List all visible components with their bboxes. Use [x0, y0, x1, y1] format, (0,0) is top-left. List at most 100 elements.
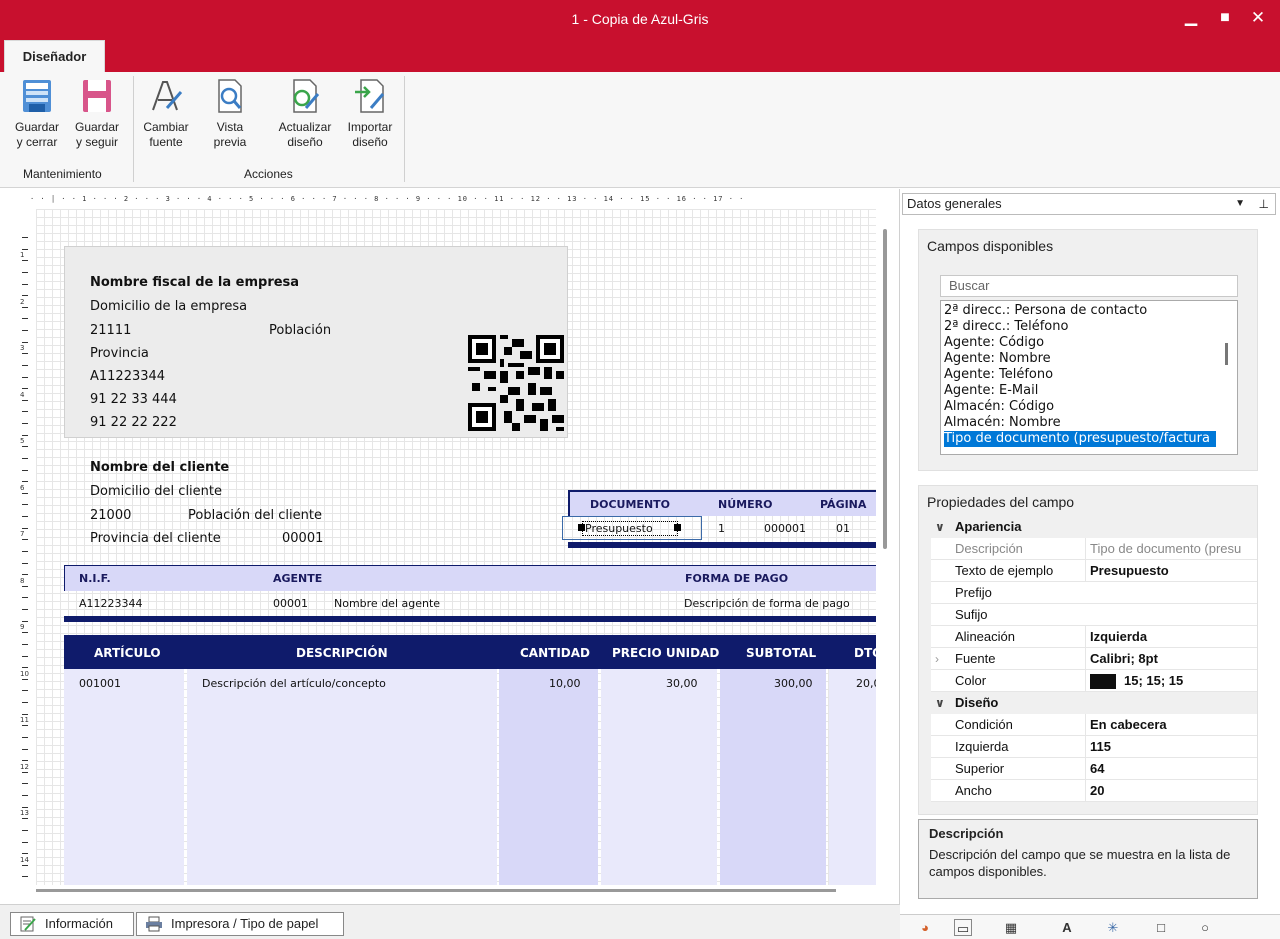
company-address[interactable]: Domicilio de la empresa: [90, 299, 247, 314]
prop-row-ancho[interactable]: Ancho 20: [931, 780, 1257, 802]
list-item[interactable]: Almacén: Código: [944, 399, 1054, 415]
rectangle-icon[interactable]: □: [1152, 919, 1170, 936]
resize-handle-right[interactable]: [674, 524, 681, 531]
list-item[interactable]: Agente: Teléfono: [944, 367, 1053, 383]
prop-value[interactable]: 64: [1085, 758, 1257, 780]
prop-row-superior[interactable]: Superior 64: [931, 758, 1257, 780]
column-precio[interactable]: [601, 669, 717, 885]
prop-value[interactable]: Presupuesto: [1085, 560, 1257, 582]
column-articulo[interactable]: [64, 669, 184, 885]
save-continue-button[interactable]: Guardar y seguir: [68, 78, 126, 150]
prop-value[interactable]: 20: [1085, 780, 1257, 802]
nif-value[interactable]: A11223344: [79, 597, 143, 610]
collapse-icon[interactable]: ∨: [935, 516, 945, 538]
client-province[interactable]: Provincia del cliente: [90, 531, 221, 546]
circle-icon[interactable]: ○: [1196, 919, 1214, 936]
prop-value[interactable]: En cabecera: [1085, 714, 1257, 736]
document-type-field[interactable]: Presupuesto: [582, 521, 678, 536]
list-item[interactable]: 2ª direcc.: Teléfono: [944, 319, 1068, 335]
client-zip[interactable]: 21000: [90, 508, 131, 523]
item-qty[interactable]: 10,00: [549, 677, 581, 690]
horizontal-scrollbar[interactable]: [36, 889, 836, 892]
tab-impresora[interactable]: Impresora / Tipo de papel: [136, 912, 344, 936]
prop-row-prefijo[interactable]: Prefijo: [931, 582, 1257, 604]
client-address[interactable]: Domicilio del cliente: [90, 484, 222, 499]
prop-value[interactable]: 115: [1085, 736, 1257, 758]
company-nif[interactable]: A11223344: [90, 369, 165, 384]
company-name[interactable]: Nombre fiscal de la empresa: [90, 275, 299, 290]
document-header[interactable]: DOCUMENTO NÚMERO PÁGINA: [568, 490, 876, 516]
tab-disenador[interactable]: Diseñador: [4, 40, 105, 72]
company-zip[interactable]: 21111: [90, 323, 131, 338]
prop-row-sufijo[interactable]: Sufijo: [931, 604, 1257, 626]
client-city[interactable]: Población del cliente: [188, 508, 322, 523]
list-item-selected[interactable]: Tipo de documento (presupuesto/factura: [944, 431, 1216, 447]
item-subtotal[interactable]: 300,00: [774, 677, 813, 690]
import-design-button[interactable]: Importar diseño: [339, 78, 401, 150]
client-name[interactable]: Nombre del cliente: [90, 460, 229, 475]
save-close-button[interactable]: Guardar y cerrar: [8, 78, 66, 150]
category-apariencia[interactable]: ∨ Apariencia: [931, 516, 1257, 538]
doc-number[interactable]: 000001: [764, 522, 806, 535]
document-icon[interactable]: ▭: [954, 919, 972, 936]
list-item[interactable]: Almacén: Nombre: [944, 415, 1061, 431]
client-code[interactable]: 00001: [282, 531, 323, 546]
company-phone-2[interactable]: 91 22 22 222: [90, 415, 177, 430]
list-item[interactable]: 2ª direcc.: Persona de contacto: [944, 303, 1147, 319]
prop-row-descripcion[interactable]: Descripción Tipo de documento (presu: [931, 538, 1257, 560]
agent-name[interactable]: Nombre del agente: [334, 597, 440, 610]
pin-icon[interactable]: ⊥: [1259, 194, 1269, 214]
prop-row-color[interactable]: Color 15; 15; 15: [931, 670, 1257, 692]
prop-row-fuente[interactable]: › Fuente Calibri; 8pt: [931, 648, 1257, 670]
column-descripcion[interactable]: [187, 669, 497, 885]
doc-series[interactable]: 1: [718, 522, 725, 535]
column-cantidad[interactable]: [499, 669, 598, 885]
report-canvas[interactable]: Nombre fiscal de la empresa Domicilio de…: [36, 209, 876, 885]
list-item[interactable]: Agente: Código: [944, 335, 1044, 351]
section-dropdown[interactable]: Datos generales ▼ ⊥: [902, 193, 1276, 215]
qr-code-icon[interactable]: [468, 335, 564, 431]
line-icon[interactable]: ✳: [1104, 919, 1122, 936]
list-scrollbar[interactable]: [1225, 343, 1228, 365]
items-header[interactable]: ARTÍCULO DESCRIPCIÓN CANTIDAD PRECIO UNI…: [64, 635, 876, 669]
nif-header[interactable]: N.I.F. AGENTE FORMA DE PAGO: [64, 565, 876, 591]
expand-icon[interactable]: ›: [935, 648, 939, 670]
update-design-button[interactable]: Actualizar diseño: [271, 78, 339, 150]
palette-icon[interactable]: ◕: [916, 919, 934, 936]
list-item[interactable]: Agente: E-Mail: [944, 383, 1038, 399]
category-diseno[interactable]: ∨ Diseño: [931, 692, 1257, 714]
maximize-button[interactable]: ■: [1210, 6, 1240, 30]
prop-row-condicion[interactable]: Condición En cabecera: [931, 714, 1257, 736]
prop-row-alineacion[interactable]: Alineación Izquierda: [931, 626, 1257, 648]
minimize-button[interactable]: ▁: [1176, 6, 1206, 30]
column-dto[interactable]: [829, 669, 876, 885]
company-city[interactable]: Población: [269, 323, 331, 338]
change-font-button[interactable]: Cambiar fuente: [137, 78, 195, 150]
resize-handle-left[interactable]: [578, 524, 585, 531]
prop-value[interactable]: 15; 15; 15: [1085, 670, 1257, 692]
item-dto[interactable]: 20,0: [856, 677, 876, 690]
company-phone-1[interactable]: 91 22 33 444: [90, 392, 177, 407]
column-subtotal[interactable]: [720, 669, 826, 885]
prop-row-izquierda[interactable]: Izquierda 115: [931, 736, 1257, 758]
item-code[interactable]: 001001: [79, 677, 121, 690]
close-button[interactable]: ✕: [1243, 6, 1273, 30]
table-icon[interactable]: ▦: [1002, 919, 1020, 936]
prop-row-texto-ejemplo[interactable]: Texto de ejemplo Presupuesto: [931, 560, 1257, 582]
collapse-icon[interactable]: ∨: [935, 692, 945, 714]
prop-value[interactable]: Izquierda: [1085, 626, 1257, 648]
payment-method[interactable]: Descripción de forma de pago: [684, 597, 850, 610]
doc-page[interactable]: 01: [836, 522, 850, 535]
agent-code[interactable]: 00001: [273, 597, 308, 610]
company-province[interactable]: Provincia: [90, 346, 149, 361]
search-input[interactable]: Buscar: [940, 275, 1238, 297]
item-price[interactable]: 30,00: [666, 677, 698, 690]
item-description[interactable]: Descripción del artículo/concepto: [202, 677, 386, 690]
tab-informacion[interactable]: Información: [10, 912, 134, 936]
vertical-scrollbar[interactable]: [883, 229, 887, 549]
prop-value[interactable]: Calibri; 8pt: [1085, 648, 1257, 670]
fields-list[interactable]: 2ª direcc.: Persona de contacto 2ª direc…: [940, 300, 1238, 455]
design-area[interactable]: · · │ · · 1 · · · 2 · · · 3 · · · 4 · · …: [0, 189, 900, 904]
text-icon[interactable]: A: [1058, 919, 1076, 936]
preview-button[interactable]: Vista previa: [203, 78, 257, 150]
